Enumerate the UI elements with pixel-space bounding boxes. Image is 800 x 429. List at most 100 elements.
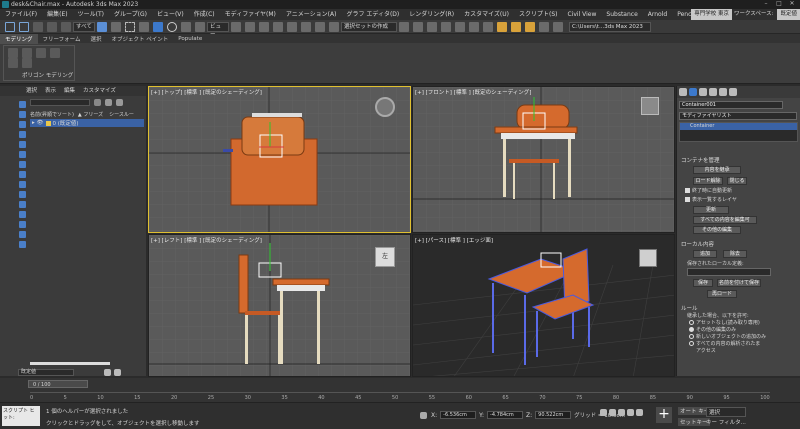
menu-file[interactable]: ファイル(F) [0, 9, 42, 20]
ribbon-tool-icon[interactable] [22, 58, 32, 68]
radio-no-access[interactable] [689, 320, 694, 325]
y-coordinate-field[interactable]: -4.784cm [487, 411, 524, 419]
z-coordinate-field[interactable]: 90.522cm [535, 411, 572, 419]
explorer-scrollbar[interactable] [30, 362, 110, 365]
explorer-menu-customize[interactable]: カスタマイズ [79, 86, 120, 96]
display-spacewarps-icon[interactable] [19, 171, 26, 178]
move-icon[interactable] [153, 21, 163, 32]
menu-scripting[interactable]: スクリプト(S) [514, 9, 563, 20]
create-tab-icon[interactable] [679, 88, 687, 96]
percent-snap-icon[interactable] [301, 21, 311, 32]
unload-button[interactable]: ロード解除 [693, 177, 723, 185]
viewport-perspective[interactable]: [+] [パース] [標準 ] [エッジ面] [412, 234, 675, 377]
link-icon[interactable] [33, 21, 43, 32]
edit-all-button[interactable]: すべての内容を編集可 [693, 216, 757, 224]
viewport-label-front[interactable]: [+] [フロント] [標準 ] [既定のシェーディング] [415, 88, 531, 96]
section-manage-header[interactable]: コンテナを管理 [677, 156, 800, 164]
viewport-label-left[interactable]: [+] [レフト] [標準 ] [既定のシェーディング] [151, 236, 262, 244]
viewcube-icon[interactable] [641, 97, 659, 115]
motion-tab-icon[interactable] [709, 88, 717, 96]
time-slider[interactable]: 0 / 100 [28, 380, 88, 388]
saved-definition-field[interactable] [687, 268, 771, 276]
play-icon[interactable] [618, 409, 625, 416]
graphite-ribbon-icon[interactable] [441, 21, 451, 32]
display-xrefs-icon[interactable] [19, 191, 26, 198]
a360-icon[interactable] [539, 21, 549, 32]
schematic-view-icon[interactable] [469, 21, 479, 32]
menu-graph-editors[interactable]: グラフ エディタ(D) [341, 9, 404, 20]
render-setup-icon[interactable] [497, 21, 507, 32]
viewcube-icon[interactable] [639, 249, 657, 267]
radio-all-access[interactable] [689, 341, 694, 346]
explorer-menu-display[interactable]: 表示 [41, 86, 60, 96]
select-by-name-icon[interactable] [111, 21, 121, 32]
edit-named-sel-icon[interactable] [329, 21, 339, 32]
layer-dropdown[interactable]: 既定値 [18, 368, 74, 376]
bind-space-warp-icon[interactable] [61, 21, 71, 32]
viewport-left[interactable]: [+] [レフト] [標準 ] [既定のシェーディング] 左 [148, 234, 411, 377]
key-filters-button[interactable]: キー フィルタ... [706, 418, 746, 426]
column-name-header[interactable]: 名前(昇順でソート) [30, 111, 74, 118]
menu-customize[interactable]: カスタマイズ(U) [459, 9, 514, 20]
display-containers-icon[interactable] [19, 211, 26, 218]
menu-substance[interactable]: Substance [601, 9, 642, 20]
explorer-menu-edit[interactable]: 編集 [60, 86, 79, 96]
menu-group[interactable]: グループ(G) [109, 9, 152, 20]
ribbon-tool-icon[interactable] [50, 48, 60, 58]
angle-snap-icon[interactable] [287, 21, 297, 32]
unlink-icon[interactable] [47, 21, 57, 32]
pivot-center-icon[interactable] [231, 21, 241, 32]
render-frame-icon[interactable] [511, 21, 521, 32]
layer-explorer-icon[interactable] [427, 21, 437, 32]
menu-create[interactable]: 作成(C) [189, 9, 220, 20]
go-to-start-icon[interactable] [600, 409, 607, 416]
display-frozen-icon[interactable] [19, 221, 26, 228]
auto-update-checkbox[interactable] [685, 188, 690, 193]
workspace-dropdown[interactable]: 既定値 [777, 9, 800, 20]
named-selection-dropdown[interactable]: 選択セットの作成 [341, 21, 397, 32]
user-account-dropdown[interactable]: 専門学校 東京 [691, 9, 732, 20]
viewport-label-perspective[interactable]: [+] [パース] [標準 ] [エッジ面] [415, 236, 493, 244]
spinner-snap-icon[interactable] [315, 21, 325, 32]
filter-icon[interactable] [94, 99, 101, 106]
viewport-front[interactable]: [+] [フロント] [標準 ] [既定のシェーディング] [412, 86, 675, 233]
section-rules-header[interactable]: ルール [677, 304, 800, 312]
menu-edit[interactable]: 編集(E) [42, 9, 72, 20]
menu-modifiers[interactable]: モディファイヤ(M) [220, 9, 281, 20]
viewport-top[interactable]: [+] [トップ] [標準 ] [既定のシェーディング] [148, 86, 411, 233]
set-key-icon[interactable]: + [656, 407, 672, 423]
rect-selection-icon[interactable] [125, 21, 135, 32]
minimize-button[interactable]: – [760, 0, 772, 9]
object-name-field[interactable]: Container001 [679, 101, 783, 109]
display-helpers-icon[interactable] [19, 161, 26, 168]
update-button[interactable]: 更新 [693, 206, 729, 214]
menu-arnold[interactable]: Arnold [643, 9, 672, 20]
go-to-end-icon[interactable] [636, 409, 643, 416]
options-icon[interactable] [116, 99, 123, 106]
redo-icon[interactable] [19, 21, 29, 32]
snaps-toggle-icon[interactable] [273, 21, 283, 32]
ribbon-tool-icon[interactable] [8, 58, 18, 68]
menu-view[interactable]: ビュー(V) [152, 9, 189, 20]
show-layer-checkbox[interactable] [685, 197, 690, 202]
layer-explorer-icon[interactable] [104, 368, 111, 376]
display-lights-icon[interactable] [19, 141, 26, 148]
lock-icon[interactable] [105, 99, 112, 106]
explorer-menu-select[interactable]: 選択 [22, 86, 41, 96]
column-freeze-header[interactable]: ▲ フリーズ [78, 111, 103, 118]
previous-frame-icon[interactable] [609, 409, 616, 416]
display-shapes-icon[interactable] [19, 131, 26, 138]
save-button[interactable]: 保存 [693, 279, 713, 287]
selection-filter-dropdown[interactable]: すべて [73, 21, 95, 32]
radio-add-only[interactable] [689, 334, 694, 339]
menu-rendering[interactable]: レンダリング(R) [404, 9, 459, 20]
ribbon-tool-icon[interactable] [22, 48, 32, 58]
ribbon-tab-object-paint[interactable]: オブジェクト ペイント [107, 34, 174, 44]
display-cameras-icon[interactable] [19, 151, 26, 158]
modifier-list-dropdown[interactable]: モディファイヤリスト [679, 112, 797, 120]
viewcube-icon[interactable] [375, 97, 395, 117]
utilities-tab-icon[interactable] [729, 88, 737, 96]
display-last-icon[interactable] [19, 241, 26, 248]
explorer-settings-icon[interactable] [114, 368, 121, 376]
selected-dropdown[interactable]: 選択 [706, 407, 746, 417]
